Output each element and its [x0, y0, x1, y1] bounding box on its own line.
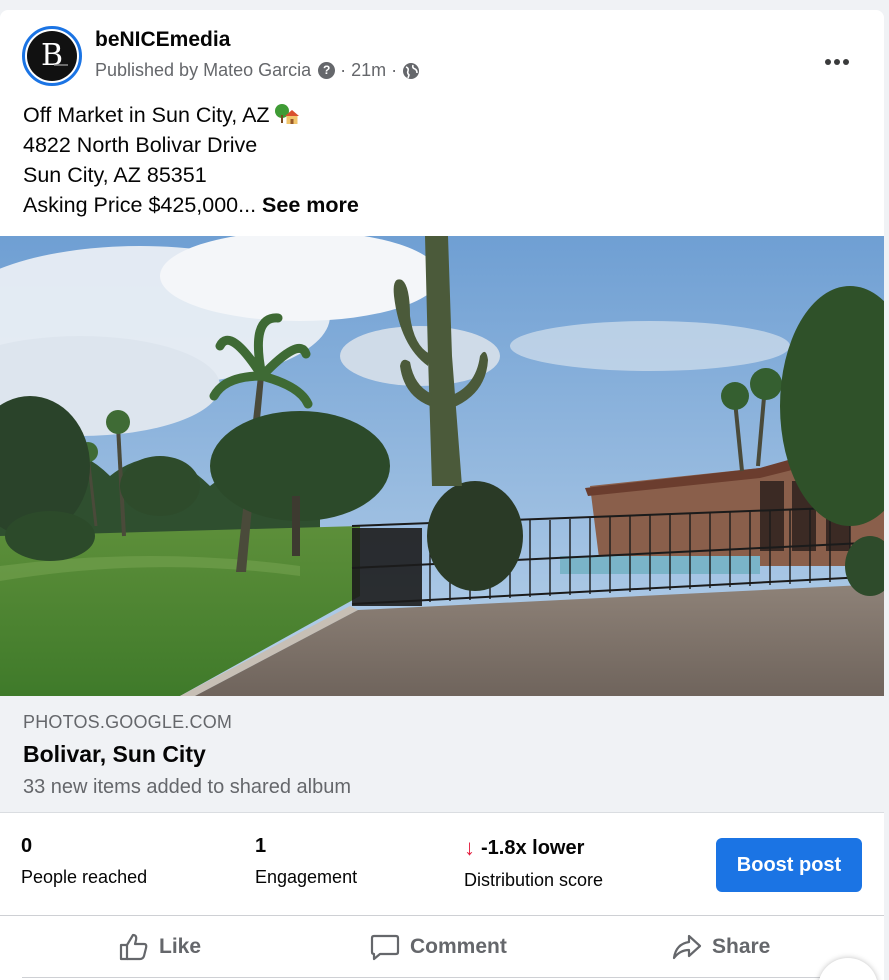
comment-icon [370, 934, 400, 961]
post-text-line-1: Off Market in Sun City, AZ [23, 100, 359, 130]
share-label: Share [712, 935, 771, 958]
distribution-value-row: ↓ -1.8x lower [464, 835, 603, 861]
help-icon[interactable]: ? [318, 62, 336, 79]
down-arrow-icon: ↓ [464, 835, 475, 860]
engagement-value: 1 [255, 835, 267, 857]
comment-button[interactable]: Comment [370, 916, 507, 978]
post-time[interactable]: · 21m · [340, 60, 397, 81]
share-icon [672, 934, 702, 960]
published-by[interactable]: Published by Mateo Garcia [95, 60, 311, 81]
engagement-label: Engagement [255, 867, 358, 887]
post-actions: Like Comment Share [22, 916, 862, 978]
post-header: B beNICEmedia Published by Mateo Garcia … [22, 26, 884, 88]
people-reached-value: 0 [21, 835, 33, 857]
post-text-line-3: Sun City, AZ 85351 [23, 163, 207, 187]
comment-label: Comment [410, 935, 507, 958]
like-label: Like [159, 935, 202, 958]
people-reached-stat[interactable]: 0 People reached [21, 835, 147, 888]
post-insights: 0 People reached 1 Engagement ↓ -1.8x lo… [0, 813, 884, 916]
avatar-letter: B [40, 38, 64, 73]
post-card: B beNICEmedia Published by Mateo Garcia … [0, 10, 884, 980]
post-text-line-2: 4822 North Bolivar Drive [23, 133, 258, 157]
distribution-label: Distribution score [464, 870, 604, 890]
post-text: Off Market in Sun City, AZ 4822 North Bo… [23, 100, 359, 220]
page-avatar[interactable]: B [22, 26, 82, 86]
distribution-score-stat[interactable]: ↓ -1.8x lower Distribution score [464, 835, 603, 891]
post-photo[interactable] [0, 236, 884, 696]
post-meta: Published by Mateo Garcia ? · 21m · [95, 60, 420, 81]
distribution-value: -1.8x lower [481, 836, 585, 859]
link-title[interactable]: Bolivar, Sun City [23, 741, 206, 768]
see-more-link[interactable]: See more [262, 193, 359, 217]
house-emoji-icon [274, 103, 300, 125]
engagement-stat[interactable]: 1 Engagement [255, 835, 357, 888]
like-button[interactable]: Like [119, 916, 201, 978]
like-icon [119, 933, 148, 961]
people-reached-label: People reached [21, 867, 148, 887]
post-text-line-4: Asking Price $425,000... See more [23, 193, 359, 217]
page-name[interactable]: beNICEmedia [95, 28, 230, 52]
link-domain: PHOTOS.GOOGLE.COM [23, 712, 233, 732]
globe-icon [402, 62, 420, 80]
link-description: 33 new items added to shared album [23, 776, 351, 798]
boost-post-button[interactable]: Boost post [716, 838, 862, 892]
more-options-button[interactable] [820, 44, 854, 78]
share-button[interactable]: Share [672, 916, 770, 978]
link-preview[interactable]: PHOTOS.GOOGLE.COM Bolivar, Sun City 33 n… [0, 696, 884, 813]
more-icon [824, 52, 851, 70]
